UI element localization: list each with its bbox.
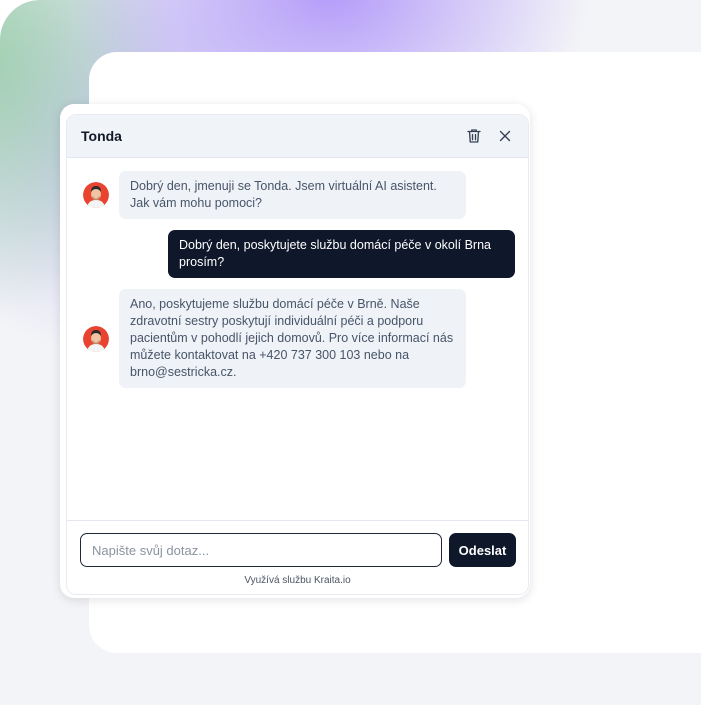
bot-avatar bbox=[83, 326, 109, 352]
composer-divider bbox=[67, 520, 528, 521]
bot-message: Ano, poskytujeme službu domácí péče v Br… bbox=[119, 289, 466, 388]
trash-icon[interactable] bbox=[465, 127, 483, 145]
message-input[interactable] bbox=[80, 533, 442, 567]
bot-message: Dobrý den, jmenuji se Tonda. Jsem virtuá… bbox=[119, 171, 466, 219]
send-button[interactable]: Odeslat bbox=[449, 533, 516, 567]
assistant-avatar-icon bbox=[83, 326, 109, 352]
close-icon[interactable] bbox=[496, 127, 514, 145]
chat-header: Tonda bbox=[67, 115, 528, 158]
bot-avatar bbox=[83, 182, 109, 208]
powered-by-text: Využívá službu Kraita.io bbox=[244, 575, 351, 586]
chat-title: Tonda bbox=[81, 128, 122, 144]
chat-widget: Tonda Dobrý den, jmenuji se Tonda. Jsem … bbox=[66, 114, 529, 595]
assistant-avatar-icon bbox=[83, 182, 109, 208]
user-message: Dobrý den, poskytujete službu domácí péč… bbox=[168, 230, 515, 278]
